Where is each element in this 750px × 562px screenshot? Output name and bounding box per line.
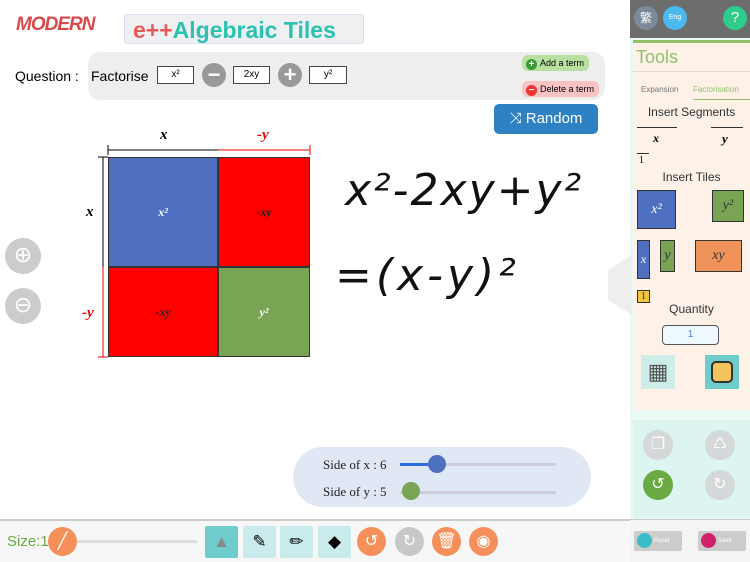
eye-icon[interactable]: ◉ — [469, 527, 498, 556]
quantity-input[interactable]: 1 — [662, 325, 719, 345]
add-term-label: Add a term — [540, 58, 585, 68]
term-input[interactable]: y² — [309, 66, 347, 84]
save-icon — [701, 533, 716, 548]
plus-icon: + — [526, 59, 537, 70]
save-label: Save — [718, 538, 732, 544]
english-button[interactable]: Eng — [663, 6, 687, 30]
delete-term-label: Delete a term — [540, 84, 595, 94]
handwriting-line-1: x²-2xy+y² — [345, 165, 584, 216]
title-text: Algebraic Tiles — [172, 17, 336, 43]
tab-expansion[interactable]: Expansion — [641, 85, 678, 94]
tile-neg-xy[interactable]: -xy — [218, 157, 310, 267]
slider-y-track[interactable] — [400, 491, 556, 494]
quantity-label: Quantity — [669, 302, 714, 316]
term-input[interactable]: 2xy — [233, 66, 270, 84]
segment-1[interactable] — [637, 153, 649, 154]
term-input[interactable]: x² — [157, 66, 194, 84]
minus-icon: − — [526, 85, 537, 96]
handwriting-line-2: =(x-y)² — [335, 250, 520, 301]
slider-y-label: Side of y : 5 — [323, 484, 387, 499]
zoom-in-button[interactable]: ⊕ — [5, 238, 41, 274]
recycle-bin-icon[interactable]: ♺ — [705, 430, 735, 460]
reset-button[interactable]: Reset — [634, 531, 682, 551]
insert-segments-label: Insert Segments — [647, 105, 736, 119]
minus-operator-button[interactable]: − — [202, 63, 226, 87]
insert-tile-xy[interactable]: xy — [695, 240, 742, 272]
trash-icon[interactable]: 🗑 — [432, 527, 461, 556]
tile-y2[interactable]: y² — [218, 267, 310, 357]
left-label-neg-y: -y — [82, 305, 94, 321]
question-verb: Factorise — [91, 68, 149, 84]
help-button[interactable]: ? — [723, 6, 747, 30]
segment-y[interactable] — [711, 127, 743, 128]
insert-tile-y[interactable]: y — [660, 240, 675, 272]
reset-icon — [637, 533, 652, 548]
random-button[interactable]: ⤨ Random — [494, 104, 598, 134]
pencil-tool-icon[interactable]: ✏ — [280, 526, 313, 558]
actions-panel: ❐ ♺ ↺ ↻ — [633, 420, 750, 518]
save-button[interactable]: Save — [698, 531, 746, 551]
delete-term-button[interactable]: − Delete a term — [522, 81, 600, 97]
size-slider-track[interactable] — [75, 540, 197, 543]
pen-tool-icon[interactable]: ✎ — [243, 526, 276, 558]
tile-x2[interactable]: x² — [108, 157, 218, 267]
segment-x[interactable] — [637, 127, 677, 128]
plus-operator-button[interactable]: + — [278, 63, 302, 87]
title-prefix: e++ — [133, 17, 173, 43]
slider-x-knob[interactable] — [428, 455, 446, 473]
top-label-x: x — [160, 127, 168, 143]
random-label: Random — [525, 110, 583, 127]
traditional-chinese-button[interactable]: 繁 — [634, 6, 658, 30]
add-term-button[interactable]: + Add a term — [522, 55, 590, 71]
slider-x-label: Side of x : 6 — [323, 457, 387, 472]
grid-mode-icon[interactable]: ▦ — [641, 355, 675, 389]
size-label: Size:1 — [7, 533, 49, 550]
insert-tile-y2[interactable]: y² — [712, 190, 744, 222]
app-title: e++Algebraic Tiles — [124, 14, 364, 44]
shuffle-icon: ⤨ — [509, 110, 526, 127]
sidebar-toggle-handle[interactable] — [608, 255, 632, 315]
top-label-neg-y: -y — [257, 127, 269, 143]
tools-title: Tools — [636, 47, 679, 67]
left-label-x: x — [86, 204, 94, 220]
slider-x-track[interactable] — [400, 463, 556, 466]
modern-logo: MODERN — [16, 14, 95, 35]
question-label: Question : — [15, 68, 79, 84]
undo-icon[interactable]: ↺ — [357, 527, 386, 556]
eraser-tool-icon[interactable]: ◆ — [318, 526, 351, 558]
sidebar-footer: Reset Save — [630, 519, 750, 562]
segment-y-label: y — [722, 131, 728, 146]
drawing-toolbar: Size:1 ╱ ▲ ✎ ✏ ◆ ↺ ↻ 🗑 ◉ — [0, 519, 630, 562]
rotate-left-icon[interactable]: ↺ — [643, 470, 673, 500]
tab-factorisation[interactable]: Factorisation — [693, 85, 750, 100]
size-slider-knob[interactable]: ╱ — [48, 527, 77, 556]
tile-neg-xy[interactable]: -xy — [108, 267, 218, 357]
insert-tile-x[interactable]: x — [637, 240, 650, 279]
zoom-out-button[interactable]: ⊖ — [5, 288, 41, 324]
redo-icon[interactable]: ↻ — [395, 527, 424, 556]
segment-1-label: 1 — [639, 155, 644, 166]
insert-tile-x2[interactable]: x² — [637, 190, 676, 229]
slider-y-knob[interactable] — [402, 482, 420, 500]
pointer-tool-icon[interactable]: ▲ — [205, 526, 238, 558]
rotate-right-icon[interactable]: ↻ — [705, 470, 735, 500]
single-tile-mode-icon[interactable] — [705, 355, 739, 389]
insert-tiles-label: Insert Tiles — [662, 170, 721, 184]
reset-label: Reset — [654, 538, 670, 544]
duplicate-icon[interactable]: ❐ — [643, 430, 673, 460]
segment-x-label: x — [653, 131, 659, 145]
